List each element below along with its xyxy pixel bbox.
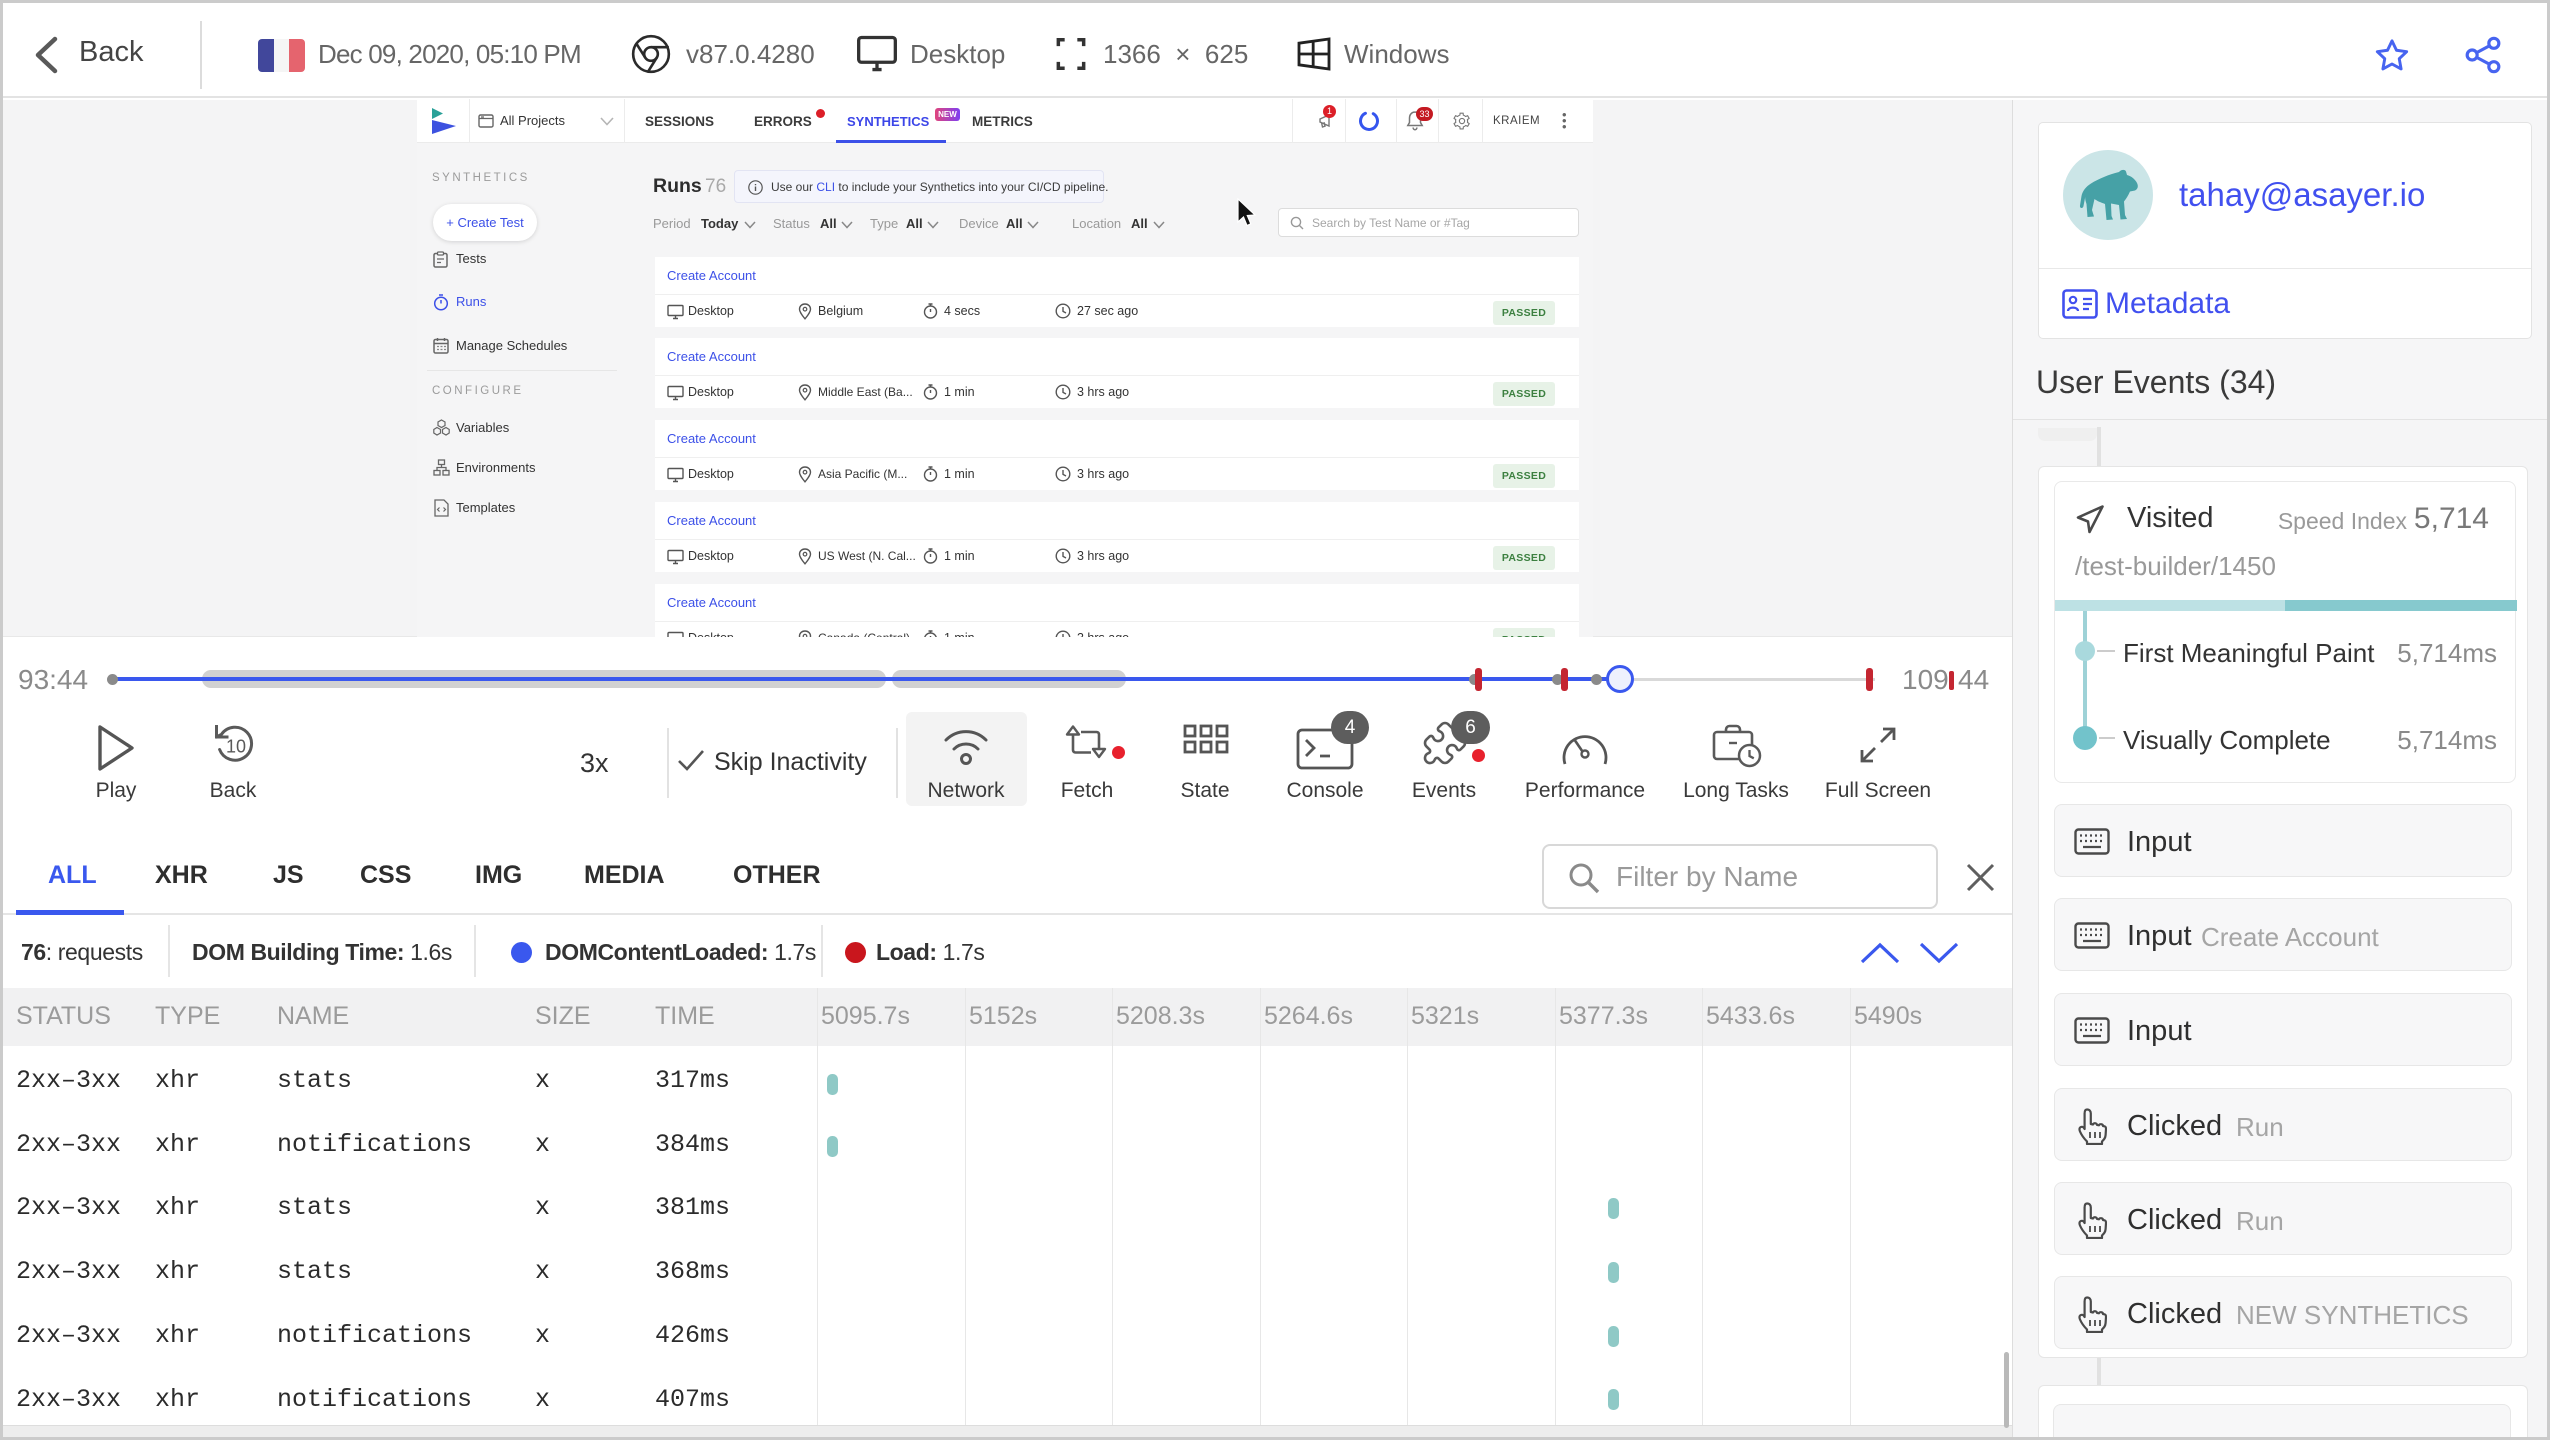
svg-text:10: 10 [226,737,246,757]
